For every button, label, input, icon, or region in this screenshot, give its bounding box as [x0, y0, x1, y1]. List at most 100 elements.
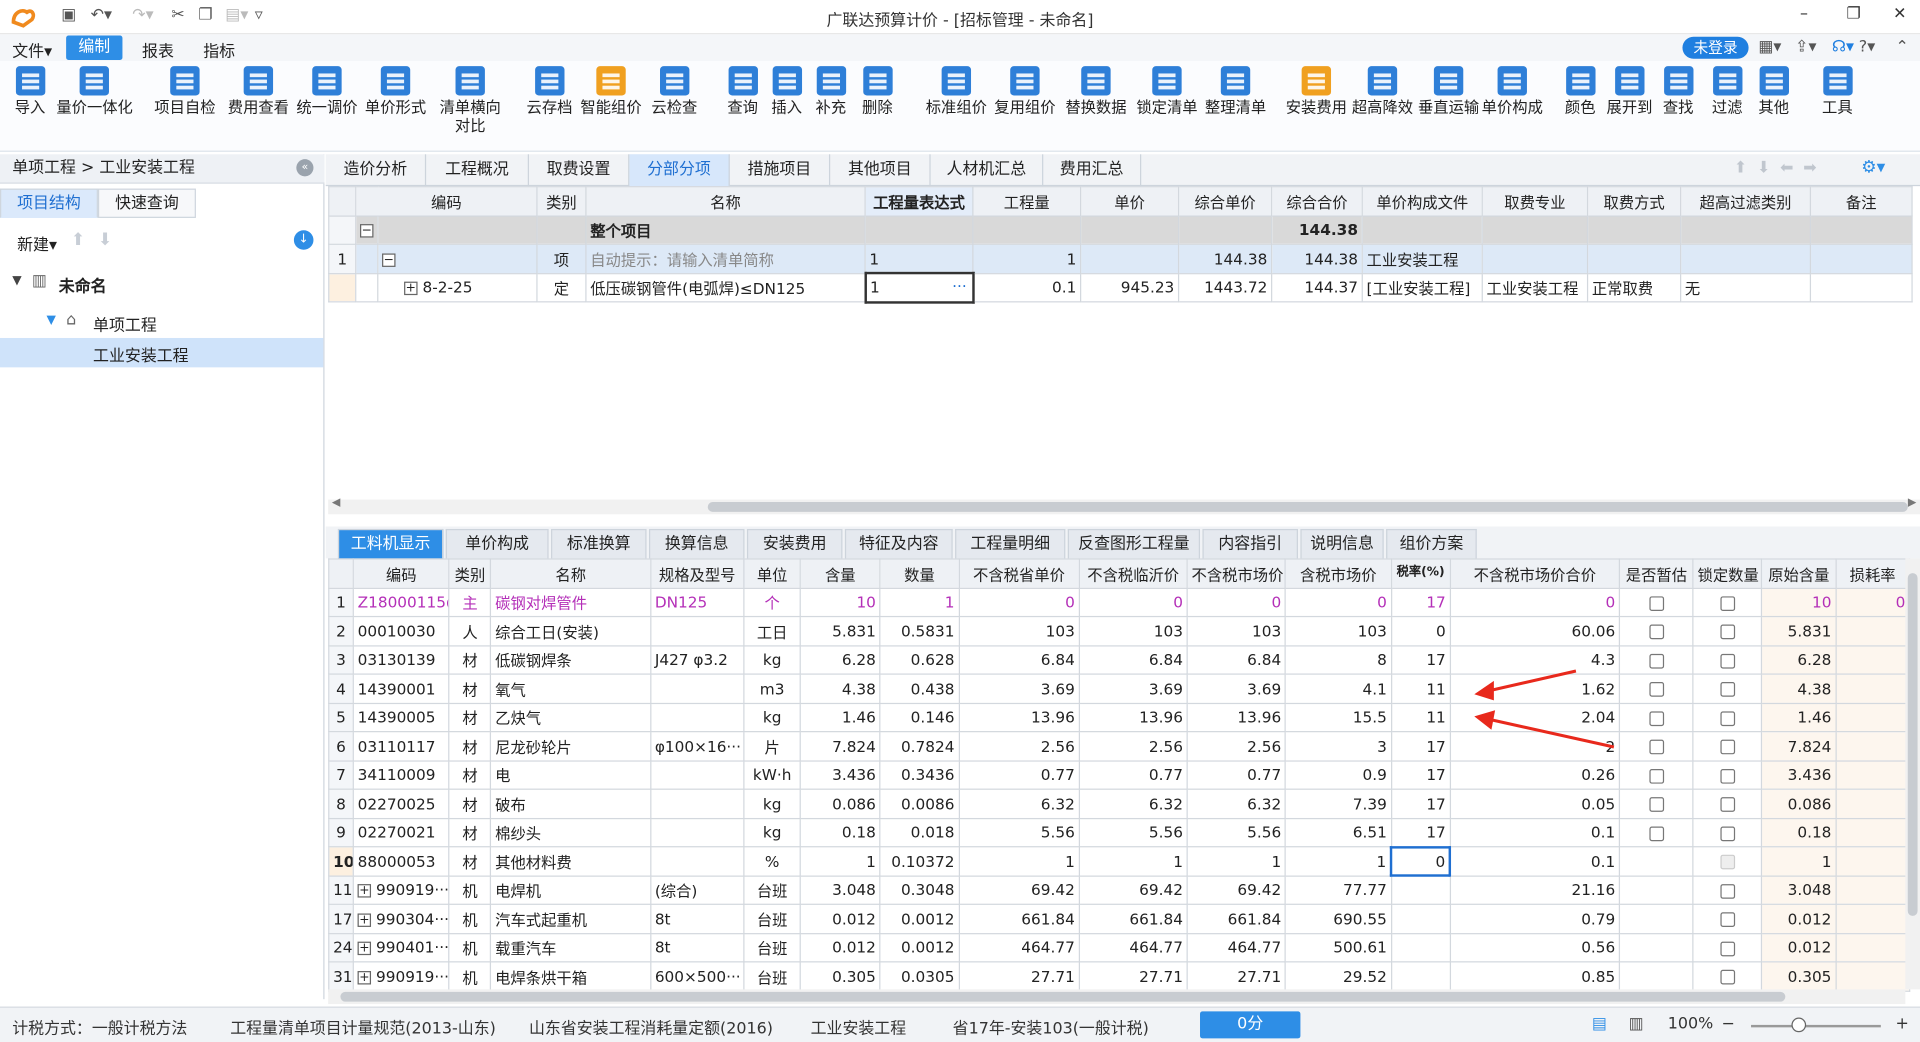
- cell-loss[interactable]: 0: [1835, 587, 1911, 618]
- cell-type[interactable]: 主: [448, 587, 492, 618]
- estimate-checkbox-cell[interactable]: [1618, 903, 1694, 934]
- estimate-checkbox-cell[interactable]: [1618, 961, 1694, 992]
- expand-icon[interactable]: +: [357, 970, 372, 985]
- estimate-checkbox-cell[interactable]: [1618, 587, 1694, 618]
- cell-total[interactable]: 21.16: [1449, 874, 1621, 905]
- cell-p1[interactable]: 103: [958, 615, 1080, 646]
- cell-name[interactable]: 载重汽车: [490, 932, 652, 963]
- table-row[interactable]: 2 00010030 人综合工日(安装) 工日 5.831 0.5831 103 103 103…: [328, 615, 1911, 646]
- tree-item-single[interactable]: 单项工程: [93, 312, 157, 335]
- cell-type[interactable]: 材: [448, 702, 492, 733]
- cell-tax[interactable]: 0: [1389, 845, 1452, 877]
- cell-p3[interactable]: 2.56: [1186, 731, 1287, 762]
- move-down-icon[interactable]: ⬇: [98, 230, 112, 250]
- table-row[interactable]: 9 02270021 材棉纱头 kg 0.18 0.018 5.56 5.56 5.56 6.51…: [328, 817, 1911, 848]
- cell-p1[interactable]: 6.84: [958, 644, 1080, 675]
- cell-p2[interactable]: 6.84: [1078, 644, 1188, 675]
- tree-item-industrial[interactable]: 工业安装工程: [93, 343, 189, 366]
- cell-tax[interactable]: 0: [1390, 615, 1451, 646]
- lock-qty-checkbox-cell[interactable]: [1692, 903, 1763, 934]
- toolbar-button-5[interactable]: 单价形式: [365, 66, 426, 116]
- estimate-checkbox-cell[interactable]: [1618, 932, 1694, 963]
- checkbox[interactable]: [1720, 826, 1735, 841]
- tab-quick-query[interactable]: 快速查询: [97, 188, 196, 218]
- cell-type[interactable]: 机: [448, 903, 492, 934]
- cell-content[interactable]: 3.048: [799, 874, 881, 905]
- cell-type[interactable]: 材: [448, 846, 492, 877]
- download-icon[interactable]: ↓: [293, 230, 314, 250]
- cell-p3[interactable]: 69.42: [1186, 874, 1287, 905]
- checkbox[interactable]: [1649, 739, 1664, 755]
- checkbox[interactable]: [1649, 624, 1664, 640]
- cell-orig[interactable]: 10: [1761, 587, 1837, 618]
- cell-content[interactable]: 4.38: [799, 673, 881, 704]
- detail-tab-1[interactable]: 单价构成: [445, 528, 549, 559]
- cell-p4[interactable]: 8: [1284, 644, 1392, 675]
- cell-type[interactable]: 机: [448, 961, 492, 992]
- cell-loss[interactable]: [1835, 702, 1911, 733]
- cell-unit[interactable]: 个: [743, 587, 801, 618]
- cell-p3[interactable]: 0.77: [1186, 759, 1287, 790]
- table-row[interactable]: 10 88000053 材其他材料费% 1 0.10372 1 1 1 1 0 0.1 1: [328, 845, 1911, 877]
- cell-total[interactable]: 0.1: [1449, 846, 1621, 877]
- toolbar-button-27[interactable]: 其他: [1758, 66, 1789, 116]
- detail-tab-2[interactable]: 标准换算: [551, 528, 647, 559]
- scroll-right-icon[interactable]: ▶: [1908, 497, 1916, 509]
- cell-content[interactable]: 0.086: [799, 788, 881, 819]
- cell-qty[interactable]: 0.438: [879, 673, 960, 704]
- checkbox[interactable]: [1720, 941, 1735, 957]
- toolbar-button-3[interactable]: 费用查看: [228, 66, 289, 116]
- cell-expression[interactable]: 1: [864, 243, 974, 274]
- lock-qty-checkbox-cell[interactable]: [1692, 702, 1763, 733]
- cell-p4[interactable]: 103: [1284, 615, 1392, 646]
- cell-content[interactable]: 0.012: [799, 903, 881, 934]
- help-icon[interactable]: ?▾: [1859, 38, 1875, 56]
- row-move-icons[interactable]: ⬆⬇⬅➡: [1734, 159, 1827, 177]
- expand-icon[interactable]: ▼: [47, 313, 56, 326]
- cell-orig[interactable]: 1.46: [1761, 702, 1837, 733]
- login-button[interactable]: 未登录: [1682, 36, 1749, 59]
- cell-p3[interactable]: 0: [1186, 587, 1287, 618]
- toolbar-button-19[interactable]: 安装费用: [1286, 66, 1347, 116]
- cell-p3[interactable]: 1: [1186, 846, 1287, 877]
- table-row[interactable]: 3 03130139 材低碳钢焊条 J427 φ3.2 kg 6.28 0.628 6.84 6…: [328, 644, 1911, 675]
- cell-code[interactable]: 88000053: [352, 846, 450, 877]
- checkbox[interactable]: [1720, 739, 1735, 755]
- cell-p4[interactable]: 7.39: [1284, 788, 1392, 819]
- checkbox[interactable]: [1720, 682, 1735, 698]
- tab-6[interactable]: 人材机汇总: [931, 154, 1044, 187]
- cell-orig[interactable]: 0.012: [1761, 903, 1837, 934]
- close-icon[interactable]: ✕: [1893, 5, 1906, 23]
- lock-qty-checkbox-cell[interactable]: [1692, 673, 1763, 704]
- toolbar-button-22[interactable]: 单价构成: [1482, 66, 1543, 116]
- cell-spec[interactable]: 600×500···: [649, 961, 745, 992]
- table-row[interactable]: +8-2-25 定 低压碳钢管件(电弧焊)≤DN125 1 ··· 0.1 945…: [328, 271, 1913, 304]
- score-button[interactable]: 0分: [1200, 1011, 1301, 1039]
- estimate-checkbox-cell[interactable]: [1618, 673, 1694, 704]
- upper-scrollbar[interactable]: ◀ ▶: [328, 497, 1920, 515]
- cell-orig[interactable]: 3.436: [1761, 759, 1837, 790]
- header-cell[interactable]: 锁定数量: [1692, 558, 1763, 589]
- checkbox[interactable]: [1720, 596, 1735, 611]
- checkbox[interactable]: [1720, 653, 1735, 669]
- cell-spec[interactable]: 8t: [649, 903, 745, 934]
- scroll-thumb[interactable]: [707, 502, 1908, 512]
- estimate-checkbox-cell[interactable]: [1618, 644, 1694, 675]
- header-cell[interactable]: 编码: [355, 186, 538, 217]
- checkbox[interactable]: [1720, 624, 1735, 640]
- cell-name[interactable]: 电焊机: [490, 874, 652, 905]
- cell-tax[interactable]: 17: [1390, 731, 1451, 762]
- toolbar-button-17[interactable]: 锁定清单: [1136, 66, 1198, 116]
- cell-method[interactable]: 正常取费: [1586, 272, 1682, 303]
- header-cell[interactable]: 损耗率: [1835, 558, 1911, 589]
- cell-spec[interactable]: [649, 615, 745, 646]
- header-cell[interactable]: 税率(%): [1390, 558, 1451, 589]
- lower-vscrollbar[interactable]: [1905, 558, 1920, 990]
- cell-spec[interactable]: [649, 817, 745, 848]
- menu-report[interactable]: 报表: [142, 38, 174, 61]
- header-cell[interactable]: 工程量: [972, 186, 1082, 217]
- checkbox[interactable]: [1720, 768, 1735, 784]
- cell-code[interactable]: 03130139: [352, 644, 450, 675]
- scroll-thumb[interactable]: [1907, 573, 1918, 916]
- cell-p2[interactable]: 27.71: [1078, 961, 1188, 992]
